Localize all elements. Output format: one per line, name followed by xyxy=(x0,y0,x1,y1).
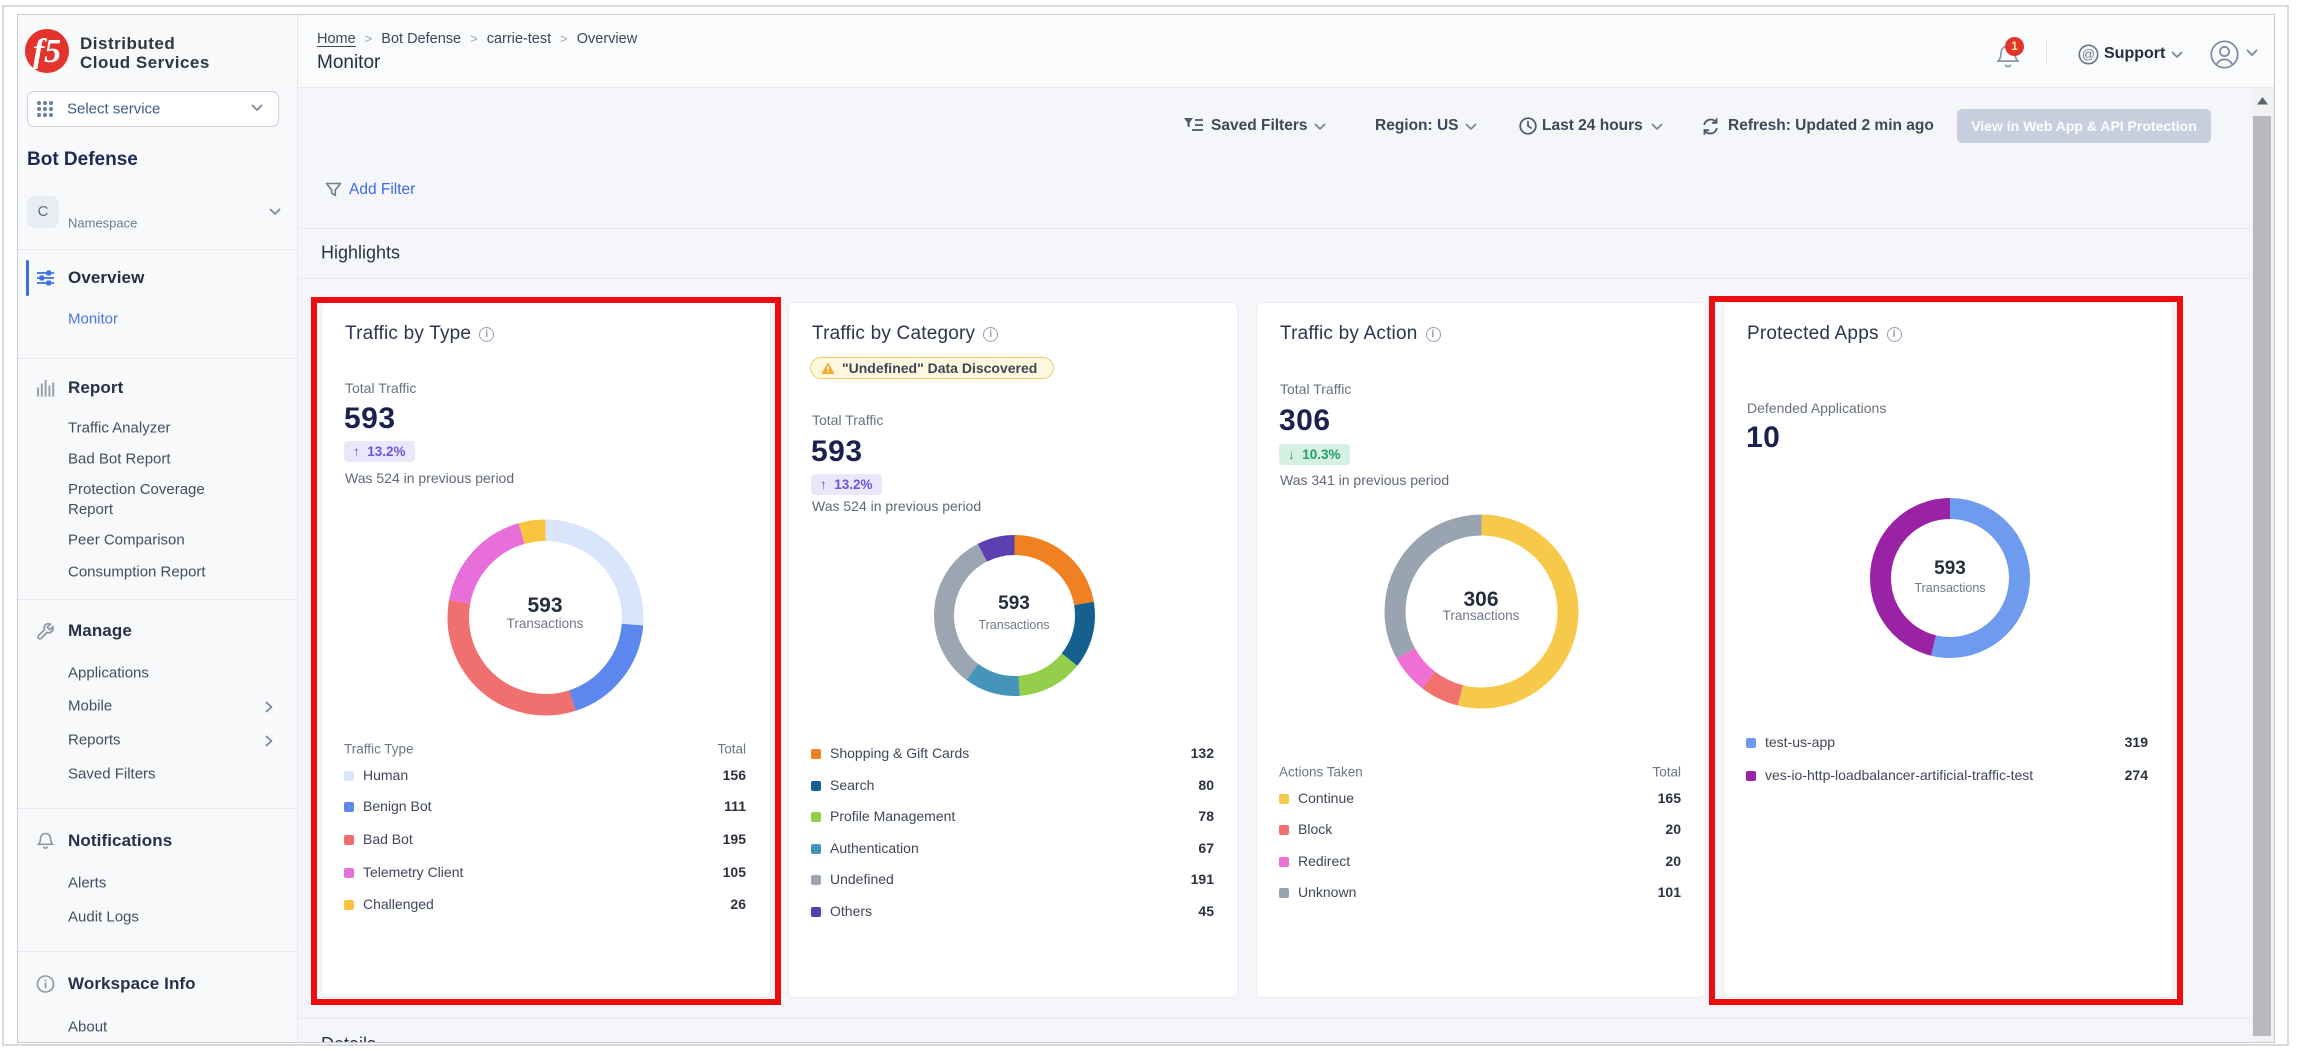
svg-text:@: @ xyxy=(2082,47,2095,62)
